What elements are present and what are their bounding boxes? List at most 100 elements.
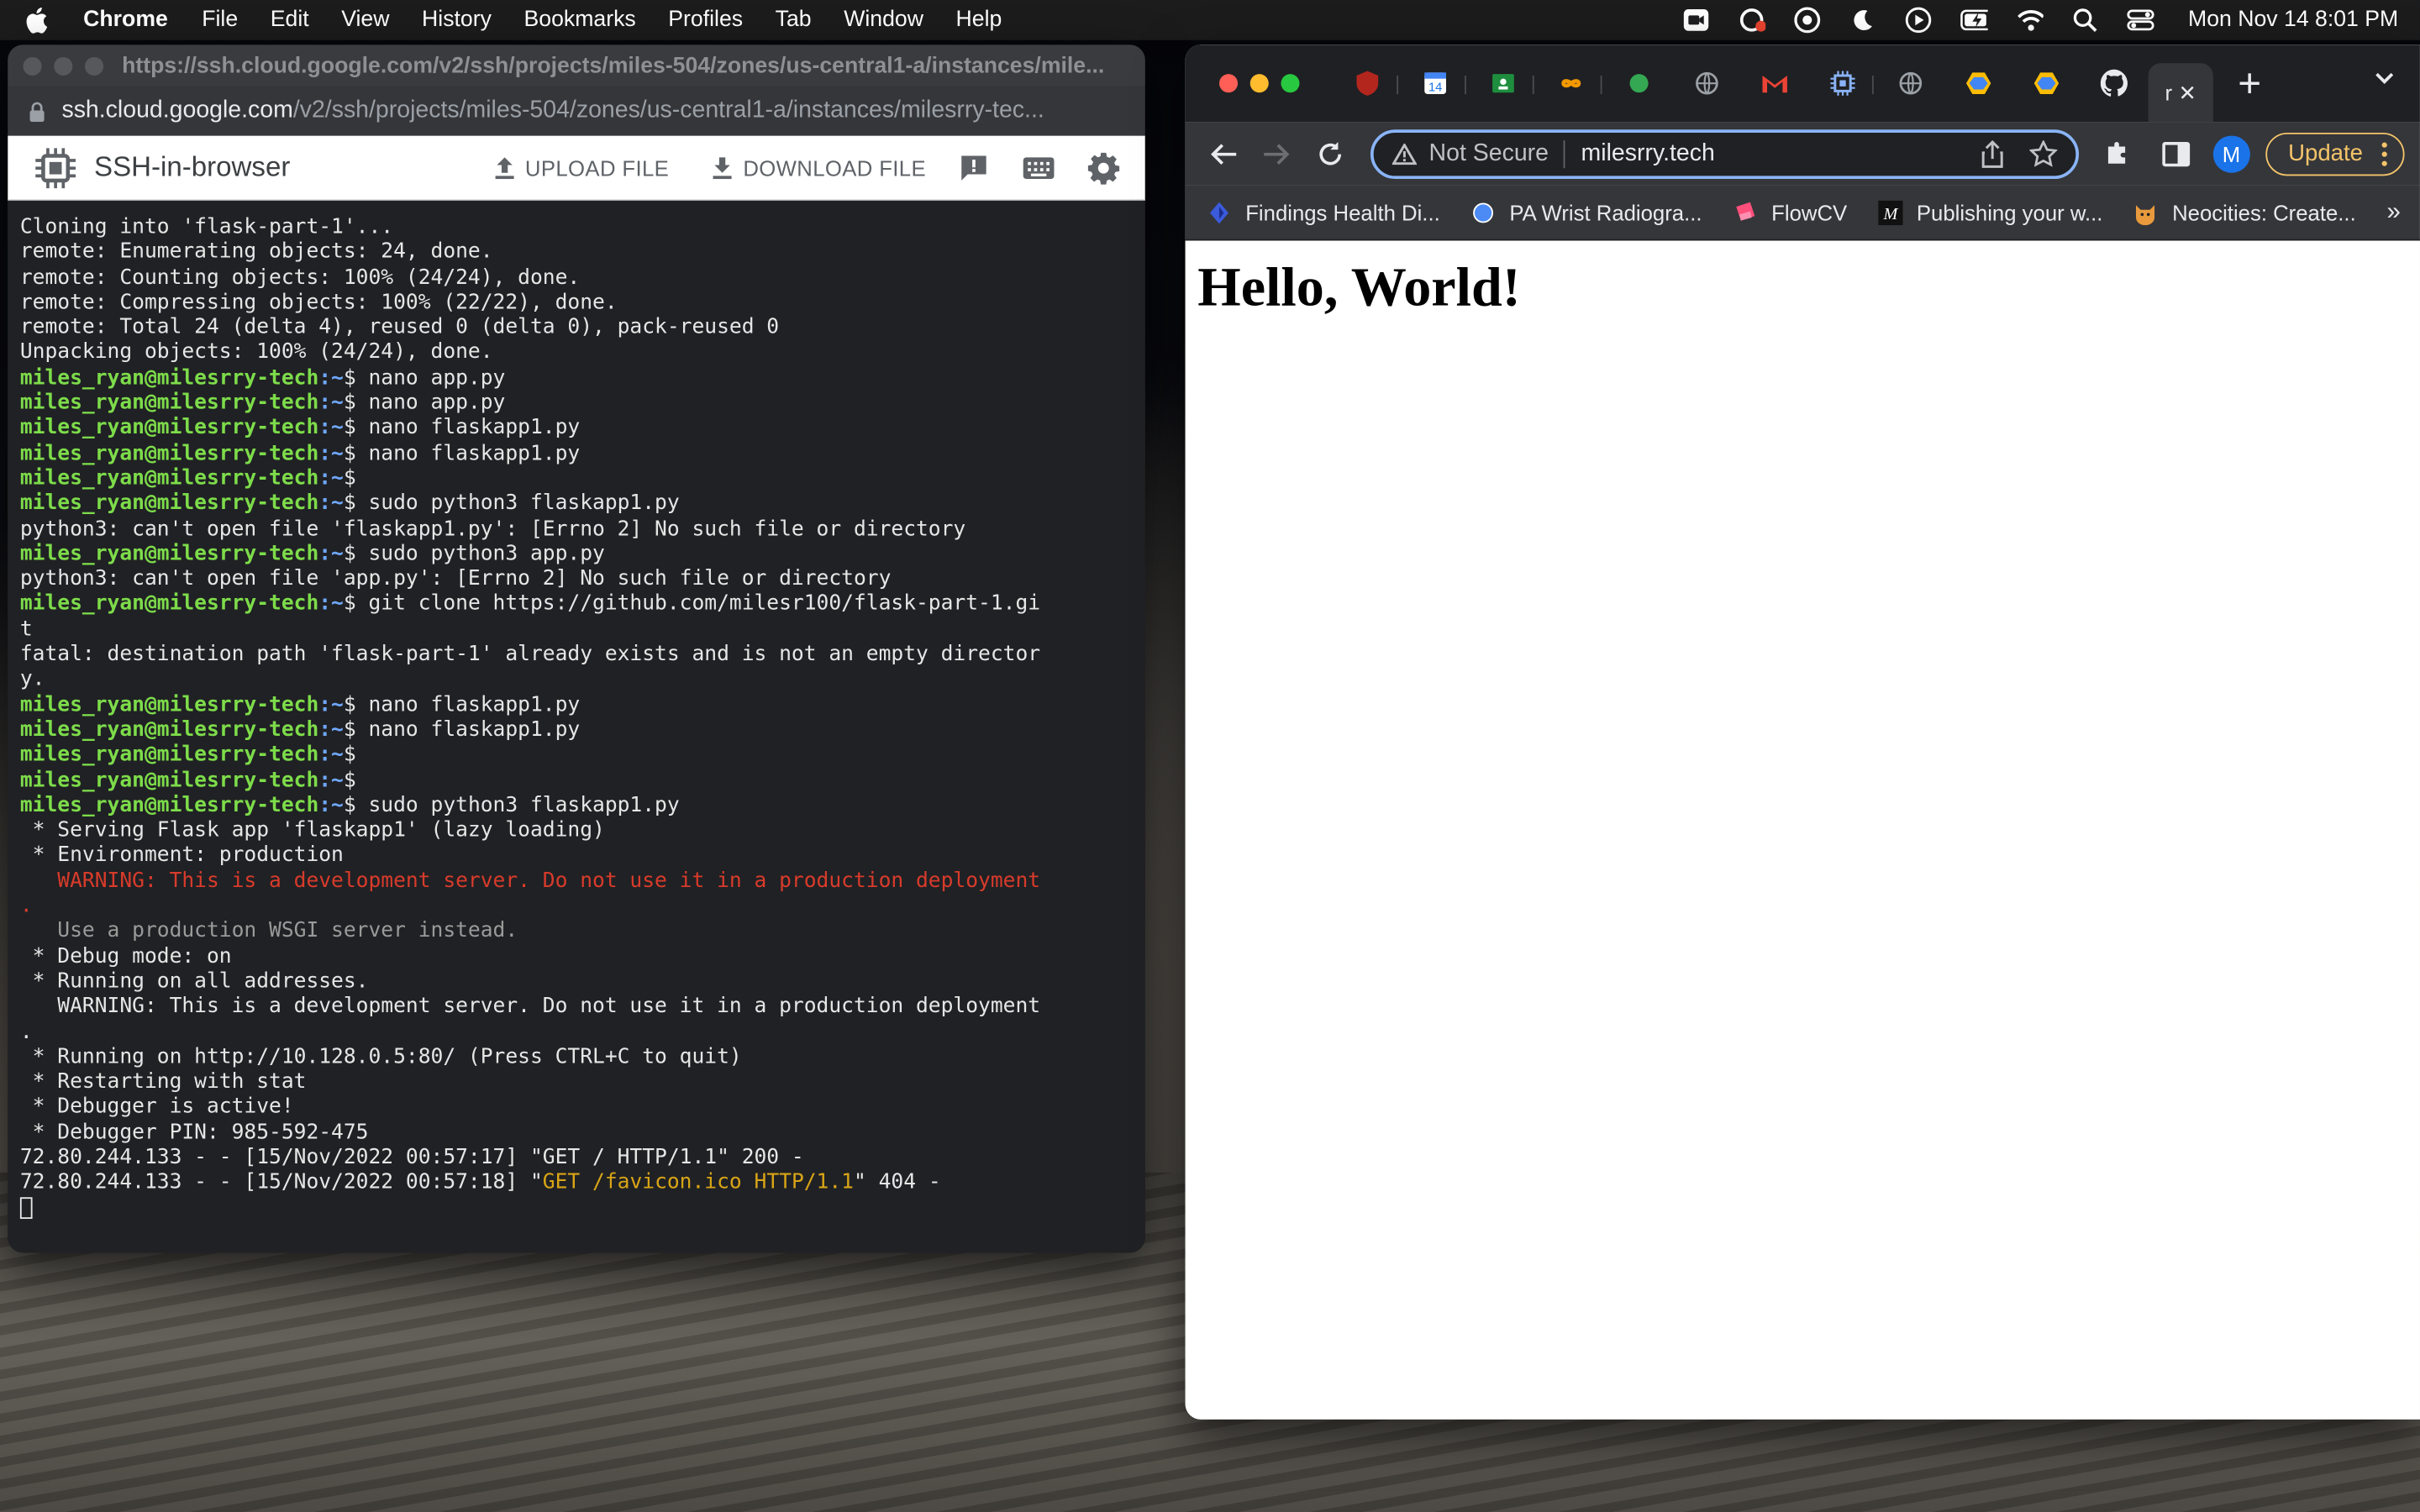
tab-github[interactable] [2081, 57, 2149, 109]
bookmark-label: FlowCV [1771, 199, 1848, 225]
menu-window[interactable]: Window [844, 8, 923, 32]
prompt-user: miles_ryan@milesrry-tech [19, 718, 319, 743]
prompt-path: :~ [318, 417, 344, 441]
share-icon[interactable] [1980, 139, 2004, 167]
menu-bar-clock[interactable]: Mon Nov 14 8:01 PM [2188, 8, 2398, 32]
bookmark-label: Publishing your w... [1916, 199, 2103, 225]
prompt-user: miles_ryan@milesrry-tech [19, 492, 319, 516]
tab-shield[interactable] [1334, 57, 1402, 109]
battery-icon[interactable] [1960, 8, 1988, 32]
output-text: t [19, 618, 33, 642]
menu-history[interactable]: History [422, 8, 492, 32]
reload-button[interactable] [1307, 130, 1353, 176]
control-center-icon[interactable] [2127, 8, 2154, 32]
tab-gcp-1[interactable] [1944, 57, 2012, 109]
menu-edit[interactable]: Edit [271, 8, 309, 32]
minimize-window-button[interactable] [54, 56, 73, 76]
warning-text: . [19, 895, 33, 918]
ssh-url-bar[interactable]: ssh.cloud.google.com/v2/ssh/projects/mil… [8, 86, 1145, 136]
tab-globe-2[interactable] [1876, 57, 1944, 109]
wifi-icon[interactable] [2015, 8, 2044, 32]
tab-green-dot[interactable] [1605, 57, 1673, 109]
log-suffix: " 404 - [853, 1171, 941, 1195]
warning-triangle-icon[interactable] [1392, 142, 1417, 165]
new-tab-button[interactable]: + [2238, 63, 2261, 103]
zoom-video-icon[interactable] [1682, 8, 1710, 32]
sync-status-icon[interactable] [1793, 7, 1821, 34]
prompt-command: $ [343, 467, 356, 491]
bookmark-findings[interactable]: Findings Health Di... [1207, 200, 1440, 224]
terminal-line: * Debugger PIN: 985-592-475 [20, 1121, 1133, 1147]
download-file-button[interactable]: DOWNLOAD FILE [713, 155, 926, 180]
ssh-url-host: ssh.cloud.google.com [61, 97, 293, 123]
tab-globe-1[interactable] [1673, 57, 1741, 109]
zoom-window-button[interactable] [85, 56, 104, 76]
minimize-window-button[interactable] [1249, 74, 1269, 93]
feedback-icon[interactable] [957, 150, 991, 184]
output-text: remote: Total 24 (delta 4), reused 0 (de… [19, 316, 780, 340]
tab-calendar[interactable]: 14 [1402, 57, 1470, 109]
prompt-path: :~ [318, 769, 344, 793]
shield-icon [1356, 71, 1379, 96]
bookmark-medium[interactable]: M Publishing your w... [1877, 199, 2103, 225]
spotlight-search-icon[interactable] [2070, 8, 2098, 33]
close-window-button[interactable] [1218, 74, 1239, 93]
creative-cloud-icon[interactable] [1738, 8, 1765, 32]
menu-profiles[interactable]: Profiles [668, 8, 743, 32]
bookmark-neocities[interactable]: Neocities: Create... [2133, 200, 2356, 225]
output-text: remote: Counting objects: 100% (24/24), … [19, 266, 581, 290]
keyboard-icon[interactable] [1022, 150, 1055, 184]
terminal-cursor[interactable] [19, 1196, 33, 1219]
menu-bookmarks[interactable]: Bookmarks [524, 8, 636, 32]
not-secure-label[interactable]: Not Secure [1429, 139, 1549, 167]
menu-help[interactable]: Help [956, 8, 1002, 32]
focus-moon-icon[interactable] [1849, 8, 1876, 32]
menu-tab[interactable]: Tab [776, 8, 812, 32]
ssh-toolbar: SSH-in-browser UPLOAD FILE DOWNLOAD FILE [8, 135, 1145, 201]
close-window-button[interactable] [23, 56, 42, 76]
prompt-user: miles_ryan@milesrry-tech [19, 769, 319, 793]
output-text: WARNING: This is a development server. D… [19, 995, 1041, 1019]
tab-gmail[interactable] [1741, 57, 1809, 109]
extensions-puzzle-icon[interactable] [2100, 135, 2137, 172]
prompt-path: :~ [318, 593, 344, 617]
prompt-command: $ nano flaskapp1.py [343, 442, 581, 466]
tab-infinity[interactable] [1537, 57, 1605, 109]
upload-icon [496, 156, 515, 179]
terminal-line: * Running on http://10.128.0.5:80/ (Pres… [20, 1046, 1133, 1071]
now-playing-icon[interactable] [1904, 7, 1932, 34]
prompt-path: :~ [318, 391, 344, 416]
address-url[interactable]: milesrry.tech [1581, 139, 1715, 167]
terminal-output[interactable]: Cloning into 'flask-part-1'... remote: En… [8, 200, 1145, 1253]
apple-icon[interactable] [22, 6, 50, 34]
tab-active-milesrry[interactable]: r ✕ [2148, 63, 2213, 123]
profile-avatar[interactable]: M [2212, 134, 2250, 172]
back-button[interactable] [1201, 130, 1246, 176]
side-panel-icon[interactable] [2158, 135, 2195, 172]
close-tab-icon[interactable]: ✕ [2178, 80, 2196, 106]
menu-file[interactable]: File [202, 8, 238, 32]
zoom-window-button[interactable] [1281, 74, 1300, 93]
update-button[interactable]: Update [2265, 132, 2405, 176]
terminal-line: python3: can't open file 'flaskapp1.py':… [20, 517, 1133, 543]
prompt-path: :~ [318, 442, 344, 466]
tab-classroom[interactable] [1470, 57, 1538, 109]
bookmark-flowcv[interactable]: FlowCV [1733, 200, 1847, 224]
bookmark-pa-wrist[interactable]: PA Wrist Radiogra... [1470, 200, 1702, 224]
upload-file-button[interactable]: UPLOAD FILE [494, 155, 669, 180]
tab-search-chevron-icon[interactable] [2374, 66, 2396, 94]
settings-gear-icon[interactable] [1086, 150, 1120, 184]
bookmarks-overflow-button[interactable]: » [2386, 198, 2400, 226]
tab-cloud-console[interactable] [1809, 57, 1877, 109]
forward-button[interactable] [1255, 130, 1300, 176]
active-app-name[interactable]: Chrome [83, 8, 168, 32]
menu-view[interactable]: View [341, 8, 389, 32]
bookmark-star-icon[interactable] [2028, 139, 2057, 167]
ssh-window-titlebar[interactable]: https://ssh.cloud.google.com/v2/ssh/proj… [8, 45, 1145, 87]
prompt-user: miles_ryan@milesrry-tech [19, 442, 319, 466]
terminal-line: miles_ryan@milesrry-tech:~$ [20, 769, 1133, 795]
tab-gcp-2[interactable] [2012, 57, 2081, 109]
address-bar[interactable]: Not Secure milesrry.tech [1370, 129, 2079, 179]
forward-arrow-icon [1265, 143, 1291, 165]
upload-file-label: UPLOAD FILE [524, 155, 670, 180]
